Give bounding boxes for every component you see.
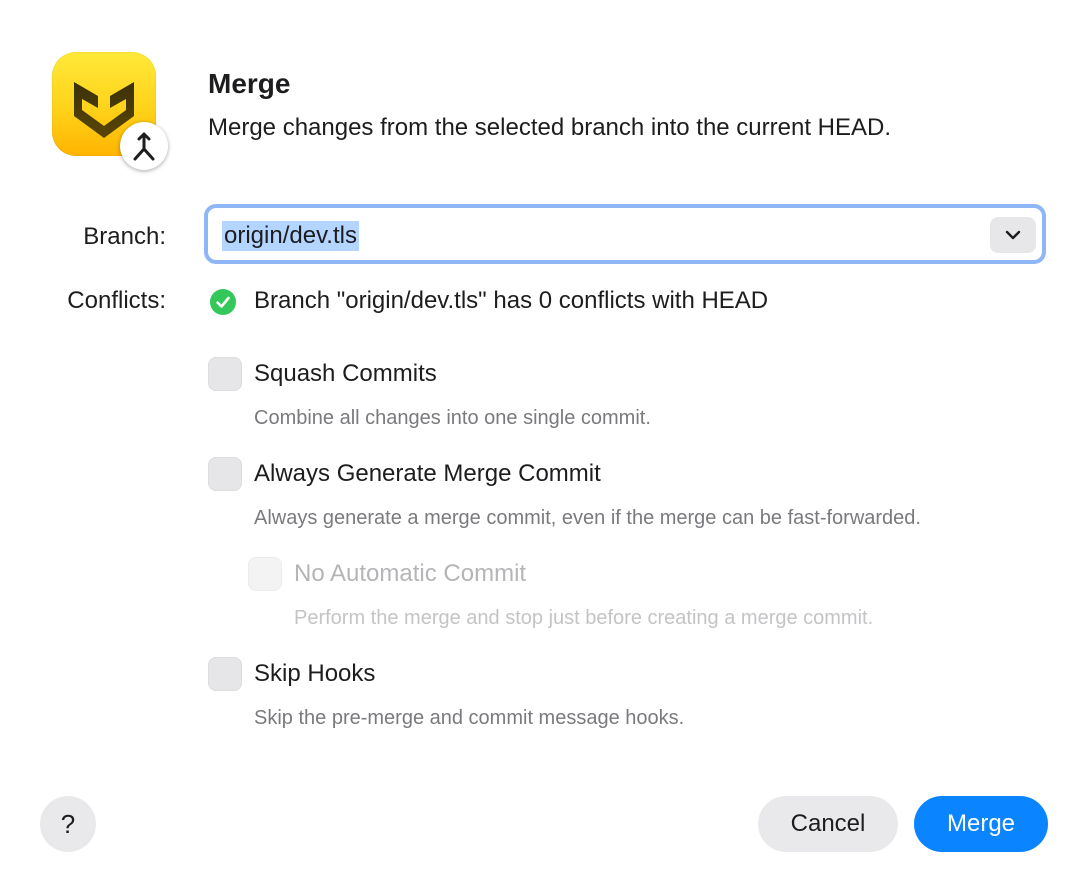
- dialog-subtitle: Merge changes from the selected branch i…: [208, 114, 892, 141]
- branch-dropdown-button[interactable]: [990, 217, 1036, 253]
- conflicts-status-text: Branch "origin/dev.tls" has 0 conflicts …: [254, 287, 769, 314]
- dialog-title: Merge: [208, 68, 291, 99]
- merge-dialog: Merge Merge changes from the selected br…: [0, 0, 1088, 892]
- chevron-down-icon: [1005, 230, 1021, 240]
- squash-commits-description: Combine all changes into one single comm…: [254, 407, 651, 429]
- branch-combobox[interactable]: origin/dev.tls: [204, 204, 1046, 264]
- squash-commits-checkbox[interactable]: [208, 357, 242, 391]
- always-merge-commit-description: Always generate a merge commit, even if …: [254, 507, 921, 529]
- squash-commits-label[interactable]: Squash Commits: [254, 360, 437, 388]
- branch-value[interactable]: origin/dev.tls: [222, 221, 359, 251]
- cancel-button[interactable]: Cancel: [758, 796, 898, 852]
- merge-button[interactable]: Merge: [914, 796, 1048, 852]
- merge-badge-icon: [120, 122, 168, 170]
- skip-hooks-description: Skip the pre-merge and commit message ho…: [254, 707, 685, 729]
- no-automatic-commit-checkbox[interactable]: [248, 557, 282, 591]
- check-circle-icon: [210, 289, 236, 315]
- always-merge-commit-label[interactable]: Always Generate Merge Commit: [254, 460, 601, 488]
- skip-hooks-label[interactable]: Skip Hooks: [254, 660, 375, 688]
- help-button[interactable]: ?: [40, 796, 96, 852]
- conflicts-label: Conflicts:: [67, 287, 166, 314]
- no-automatic-commit-label[interactable]: No Automatic Commit: [294, 560, 526, 588]
- no-automatic-commit-description: Perform the merge and stop just before c…: [294, 607, 874, 629]
- branch-label: Branch:: [83, 223, 166, 250]
- skip-hooks-checkbox[interactable]: [208, 657, 242, 691]
- always-merge-commit-checkbox[interactable]: [208, 457, 242, 491]
